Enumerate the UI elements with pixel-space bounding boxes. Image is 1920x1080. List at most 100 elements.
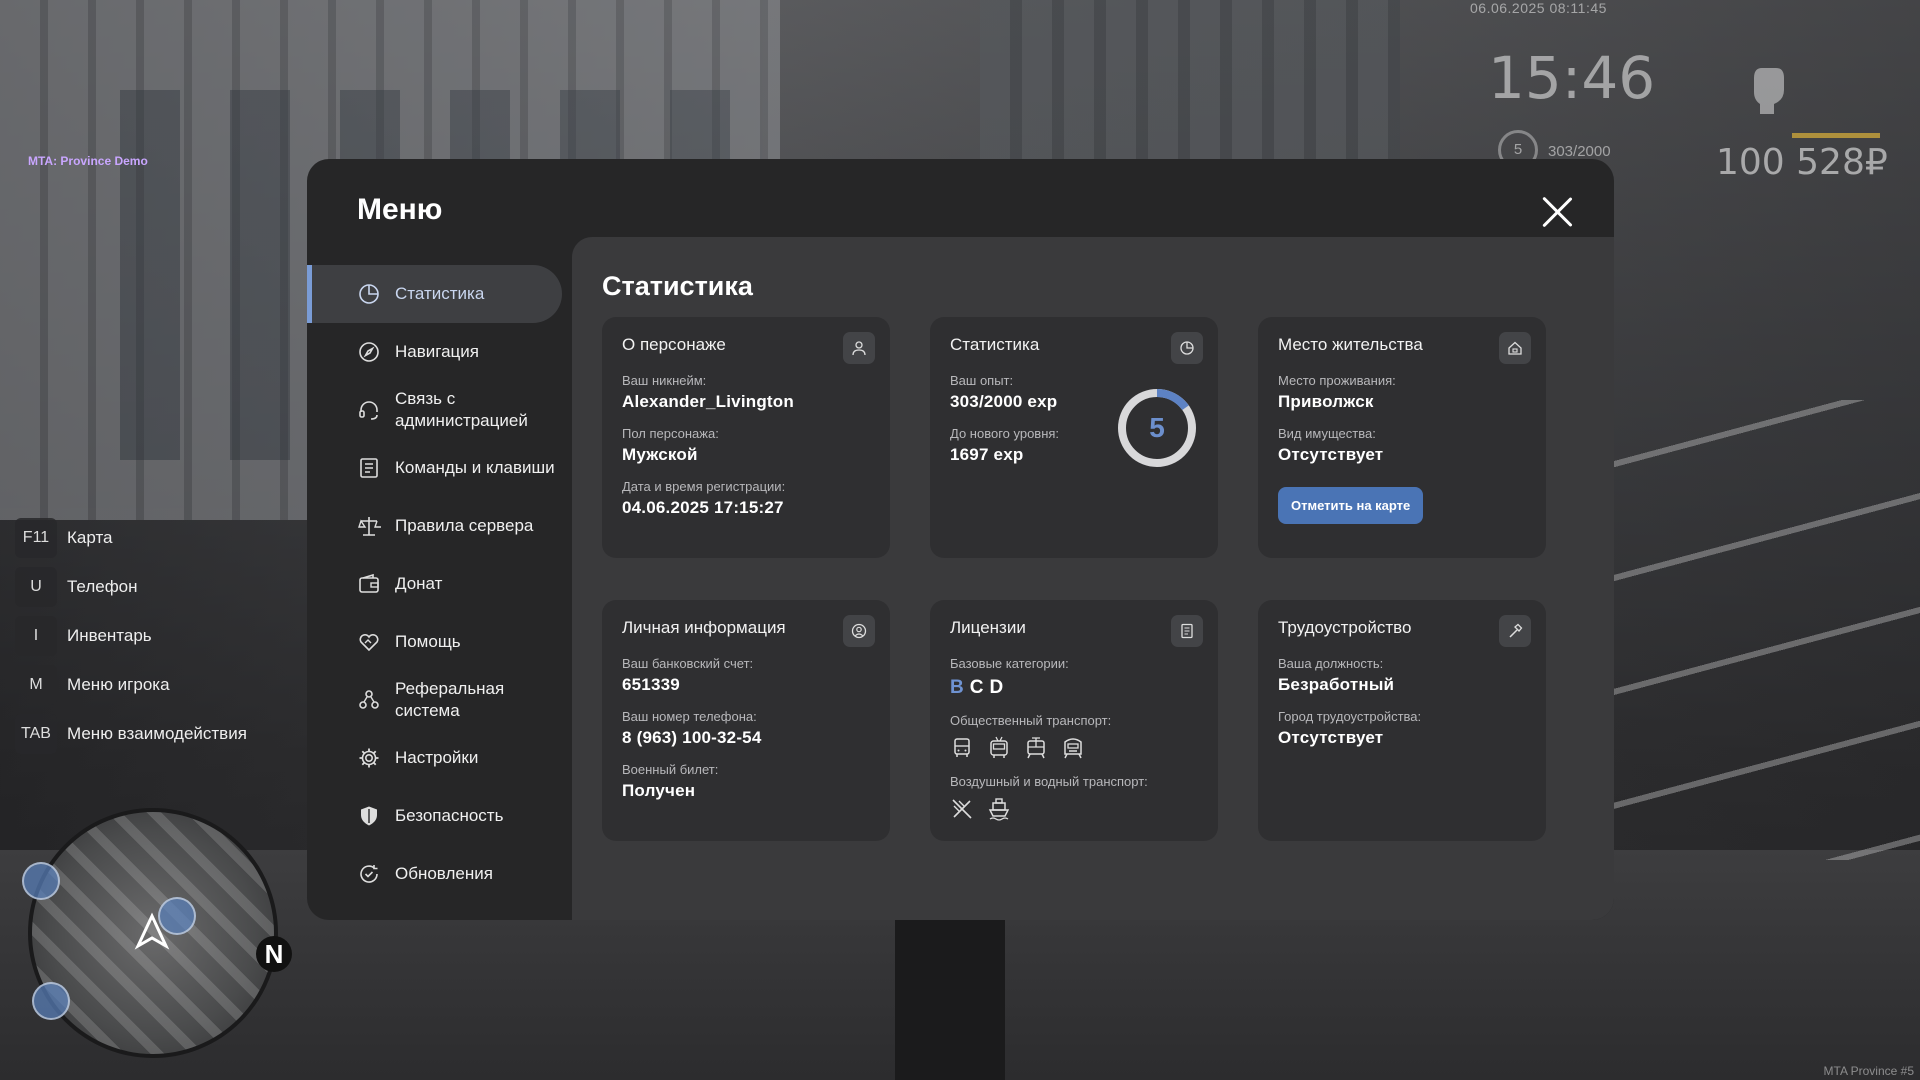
field-label: Общественный транспорт: xyxy=(950,713,1112,728)
license-category-b: B xyxy=(950,677,970,698)
user-circle-icon xyxy=(843,615,875,647)
card-personal-info: Личная информация Ваш банковский счет: 6… xyxy=(602,600,890,841)
card-statistics: Статистика Ваш опыт: 303/2000 exp До нов… xyxy=(930,317,1218,558)
nav-item-admin-contact[interactable]: Связь с администрацией xyxy=(307,381,572,439)
field-label: Место проживания: xyxy=(1278,373,1396,388)
nav-item-commands[interactable]: Команды и клавиши xyxy=(307,439,572,497)
hammer-icon xyxy=(1499,615,1531,647)
users-network-icon xyxy=(359,690,379,709)
compass-icon xyxy=(359,342,379,362)
nav-item-updates[interactable]: Обновления xyxy=(307,845,572,903)
hotkey-inventory[interactable]: I Инвентарь xyxy=(15,616,247,656)
field-label: Базовые категории: xyxy=(950,656,1069,671)
hotkey-interaction-menu[interactable]: TAB Меню взаимодействия xyxy=(15,714,247,754)
scales-icon xyxy=(358,517,381,536)
nav-item-help[interactable]: Помощь xyxy=(307,613,572,671)
minimap-blue-marker-icon xyxy=(158,897,196,935)
bus-icon xyxy=(954,738,970,757)
field-label: Город трудоустройства: xyxy=(1278,709,1422,724)
nav-item-rules[interactable]: Правила сервера xyxy=(307,497,572,555)
license-categories: BCD xyxy=(950,677,1198,699)
nav-label: Обновления xyxy=(395,864,493,883)
nav-label: Команды и клавиши xyxy=(395,458,555,477)
server-tag: MTA: Province Demo xyxy=(28,154,148,168)
hotkey-key: M xyxy=(15,665,57,705)
field-label: Военный билет: xyxy=(622,762,719,777)
handshake-heart-icon xyxy=(359,633,379,652)
hud-exp: 303/2000 xyxy=(1548,143,1611,160)
field-label: Вид имущества: xyxy=(1278,426,1376,441)
field-label: Пол персонажа: xyxy=(622,426,719,441)
military-id-value: Получен xyxy=(622,781,696,800)
minimap-bus-marker-icon xyxy=(22,862,60,900)
card-title: Лицензии xyxy=(950,618,1026,637)
hotkey-label: Инвентарь xyxy=(67,626,152,645)
field-label: Ваш опыт: xyxy=(950,373,1014,388)
ship-icon xyxy=(988,798,1010,821)
hotkey-label: Карта xyxy=(67,528,113,547)
nav-label: Безопасность xyxy=(395,806,504,825)
card-title: Трудоустройство xyxy=(1278,618,1412,637)
registration-value: 04.06.2025 17:15:27 xyxy=(622,498,784,517)
refresh-check-icon xyxy=(360,865,378,883)
card-residence: Место жительства Место проживания: Приво… xyxy=(1258,317,1546,558)
hotkey-label: Меню игрока xyxy=(67,675,170,694)
hotkey-label: Телефон xyxy=(67,577,138,596)
nav-label: Донат xyxy=(395,574,443,593)
field-label: Ваш никнейм: xyxy=(622,373,707,388)
license-category-c: C xyxy=(969,677,990,698)
nav-label: Реферальная система xyxy=(395,679,505,720)
menu-panel: Меню Статистика Навигация Связь с админи… xyxy=(307,159,1614,920)
hotkey-player-menu[interactable]: M Меню игрока xyxy=(15,665,247,705)
minimap-north: N xyxy=(256,936,292,972)
gender-value: Мужской xyxy=(622,445,698,464)
hotkey-key: F11 xyxy=(15,518,57,558)
card-licenses: Лицензии Базовые категории: BCD Обществе… xyxy=(930,600,1218,841)
mark-on-map-button[interactable]: Отметить на карте xyxy=(1278,487,1424,524)
card-title: Место жительства xyxy=(1278,335,1423,354)
gear-icon xyxy=(359,748,379,768)
nav-item-donate[interactable]: Донат xyxy=(307,555,572,613)
license-category-d: D xyxy=(989,677,1010,698)
field-label: Ваш банковский счет: xyxy=(622,656,754,671)
minimap-shirt-marker-icon xyxy=(32,982,70,1020)
chart-pie-icon xyxy=(359,284,379,304)
hud-health-bar xyxy=(1792,133,1880,138)
hud-clock: 15:46 xyxy=(1488,44,1656,112)
road-markings xyxy=(1610,400,1920,860)
nav-item-security[interactable]: Безопасность xyxy=(307,787,572,845)
card-character: О персонаже Ваш никнейм: Alexander_Livin… xyxy=(602,317,890,558)
card-title: Личная информация xyxy=(622,618,786,637)
hud-datetime: 06.06.2025 08:11:45 xyxy=(1470,0,1607,16)
nav-label: Помощь xyxy=(395,632,461,651)
document-list-icon xyxy=(360,458,378,478)
fist-icon xyxy=(1746,52,1790,116)
headset-icon xyxy=(359,401,378,420)
building-middle xyxy=(980,0,1400,160)
bank-account-value: 651339 xyxy=(622,675,680,694)
plane-icon xyxy=(952,799,972,819)
hotkey-list: F11 Карта U Телефон I Инвентарь M Меню игрок… xyxy=(15,518,247,763)
nav-label: Связь с администрацией xyxy=(395,389,528,430)
chart-pie-icon xyxy=(1171,332,1203,364)
trolleybus-icon xyxy=(990,736,1008,758)
hotkey-phone[interactable]: U Телефон xyxy=(15,567,247,607)
content-title: Статистика xyxy=(602,271,753,301)
hotkey-key: I xyxy=(15,616,57,656)
tram-icon xyxy=(1027,737,1045,759)
field-label: Дата и время регистрации: xyxy=(622,479,786,494)
minimap xyxy=(28,808,278,1058)
residence-value: Приволжск xyxy=(1278,392,1374,411)
phone-value: 8 (963) 100-32-54 xyxy=(622,728,762,747)
hotkey-key: U xyxy=(15,567,57,607)
metro-icon xyxy=(1064,738,1082,759)
field-label: Воздушный и водный транспорт: xyxy=(950,774,1148,789)
nav-item-referral[interactable]: Реферальная система xyxy=(307,671,572,729)
card-employment: Трудоустройство Ваша должность: Безработ… xyxy=(1258,600,1546,841)
card-title: Статистика xyxy=(950,335,1040,354)
nav-item-navigation[interactable]: Навигация xyxy=(307,323,572,381)
hotkey-map[interactable]: F11 Карта xyxy=(15,518,247,558)
nav-item-statistics[interactable]: Статистика xyxy=(307,265,562,323)
nav-item-settings[interactable]: Настройки xyxy=(307,729,572,787)
close-button[interactable] xyxy=(1540,195,1574,229)
